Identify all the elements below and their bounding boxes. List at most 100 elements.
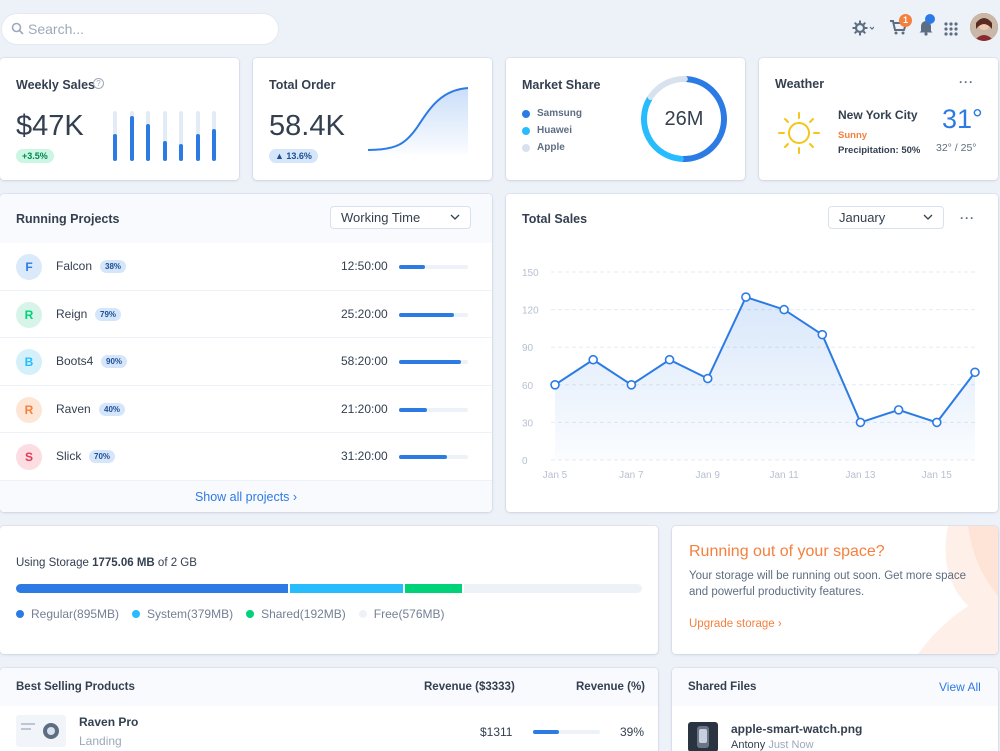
settings-gear-icon[interactable] <box>852 20 875 41</box>
project-time: 31:20:00 <box>341 449 388 463</box>
storage-segment <box>405 584 465 593</box>
product-revenue: $1311 <box>480 725 513 739</box>
product-thumbnail <box>16 715 66 747</box>
market-share-legend-item: Huawei <box>522 122 582 139</box>
weekly-sales-bar-chart <box>113 111 223 161</box>
revenue-amount-header[interactable]: Revenue ($3333) <box>424 681 515 693</box>
sales-point[interactable] <box>817 329 828 340</box>
sales-point[interactable] <box>970 367 980 378</box>
total-sales-line-chart: 150 120 90 60 30 0 Jan 5 Jan 7 Jan 9 Jan 11 Jan 13… <box>522 268 980 481</box>
sales-point[interactable] <box>779 304 789 315</box>
project-percent-badge: 40% <box>99 402 126 416</box>
project-row[interactable]: B Boots4 90% 58:20:00 <box>0 338 492 386</box>
weekly-sales-bar <box>162 111 167 161</box>
search-input[interactable]: Search... <box>28 21 84 37</box>
space-warning-title: Running out of your space? <box>689 543 885 560</box>
y-tick-label: 60 <box>522 381 534 392</box>
project-row[interactable]: S Slick 70% 31:20:00 <box>0 433 492 481</box>
month-select[interactable]: January <box>828 206 944 229</box>
search-icon <box>11 22 24 40</box>
market-share-legend-item: Samsung <box>522 105 582 122</box>
weekly-sales-bar <box>179 111 183 161</box>
weather-title: Weather <box>775 77 825 91</box>
space-warning-card: Running out of your space? Your storage … <box>672 526 998 654</box>
sales-point[interactable] <box>855 417 866 428</box>
storage-segment <box>464 584 642 593</box>
total-order-title: Total Order <box>269 78 336 92</box>
chevron-down-icon <box>923 207 933 236</box>
show-all-projects-link[interactable]: Show all projects › <box>0 490 492 504</box>
project-list: F Falcon 38% 12:50:00 R Reign 79% 25:20:00 B Boot… <box>0 243 492 481</box>
project-name: Boots4 <box>56 354 94 368</box>
user-avatar[interactable] <box>970 13 998 41</box>
project-progress-bar <box>399 312 468 317</box>
project-progress-bar <box>399 265 468 269</box>
weather-temp-range: 32° / 25° <box>936 142 977 154</box>
total-order-card: Total Order 58.4K ▲ 13.6% <box>253 58 492 180</box>
y-tick-label: 0 <box>522 456 528 467</box>
project-name: Falcon <box>56 259 93 273</box>
project-percent-badge: 38% <box>100 260 127 273</box>
project-percent-badge: 70% <box>89 450 116 463</box>
project-row[interactable]: R Reign 79% 25:20:00 <box>0 291 492 338</box>
x-tick-label: Jan 9 <box>695 470 720 481</box>
storage-progress-bar <box>16 584 642 593</box>
weekly-sales-bar <box>129 111 134 161</box>
best-selling-title: Best Selling Products <box>16 681 135 693</box>
view-all-link[interactable]: View All <box>939 680 981 694</box>
project-time: 12:50:00 <box>341 259 388 273</box>
table-row[interactable]: Raven Pro Landing $1311 39% <box>0 706 658 751</box>
market-share-legend-item: Apple <box>522 139 582 156</box>
total-order-change-badge: ▲ 13.6% <box>269 149 318 163</box>
project-percent-badge: 90% <box>101 355 128 368</box>
search-box[interactable]: Search... <box>1 13 279 45</box>
sales-point[interactable] <box>664 354 675 365</box>
weather-city: New York City <box>838 108 918 122</box>
sales-point[interactable] <box>550 380 560 390</box>
sales-point[interactable] <box>932 417 942 428</box>
total-sales-title: Total Sales <box>522 212 588 226</box>
y-tick-label: 90 <box>522 343 534 354</box>
file-meta: Antony Just Now <box>731 739 814 751</box>
product-name: Raven Pro <box>79 715 139 729</box>
storage-segment <box>289 584 406 593</box>
total-order-trend-chart <box>367 87 469 154</box>
project-name: Slick <box>56 449 82 463</box>
working-time-select[interactable]: Working Time <box>330 206 471 229</box>
project-avatar: R <box>16 301 42 328</box>
project-row[interactable]: R Raven 40% 21:20:00 <box>0 386 492 433</box>
project-avatar: R <box>16 396 42 423</box>
weekly-sales-bar <box>146 111 150 161</box>
product-revenue-percent: 39% <box>620 725 645 739</box>
more-options-icon[interactable]: ··· <box>960 211 975 225</box>
more-options-icon[interactable]: ··· <box>959 75 974 89</box>
market-share-card: Market Share Samsung Huawei Apple 26M <box>506 58 745 180</box>
weekly-sales-bar <box>113 111 117 161</box>
apps-grid-icon[interactable] <box>944 22 958 41</box>
project-avatar: S <box>16 444 42 470</box>
project-avatar: B <box>16 349 42 375</box>
upgrade-storage-link[interactable]: Upgrade storage › <box>689 618 782 630</box>
sales-point[interactable] <box>588 354 598 365</box>
storage-segment <box>16 584 290 593</box>
best-selling-products-card: Best Selling Products Revenue ($3333) Re… <box>0 668 658 751</box>
weather-card: Weather ··· New York City Sunny Precipit… <box>759 58 998 180</box>
storage-card: Using Storage 1775.06 MB of 2 GB Regular… <box>0 526 658 654</box>
list-item[interactable]: apple-smart-watch.png Antony Just Now <box>672 706 998 751</box>
project-row[interactable]: F Falcon 38% 12:50:00 <box>0 243 492 291</box>
info-icon[interactable]: ? <box>93 78 104 89</box>
sales-point[interactable] <box>626 380 637 390</box>
storage-legend-item: Shared(192MB) <box>246 607 346 621</box>
x-tick-label: Jan 15 <box>922 470 952 481</box>
weekly-sales-bar <box>195 111 200 161</box>
sales-point[interactable] <box>741 292 751 302</box>
sales-point[interactable] <box>702 373 713 384</box>
shared-files-card: Shared Files View All apple-smart-watch.… <box>672 668 998 751</box>
sales-point[interactable] <box>893 405 904 415</box>
notification-dot <box>925 14 935 24</box>
storage-legend-item: System(379MB) <box>132 607 233 621</box>
file-thumbnail <box>688 722 718 751</box>
revenue-percent-header[interactable]: Revenue (%) <box>576 681 645 693</box>
total-order-value: 58.4K <box>269 110 345 142</box>
project-progress-bar <box>399 360 468 364</box>
